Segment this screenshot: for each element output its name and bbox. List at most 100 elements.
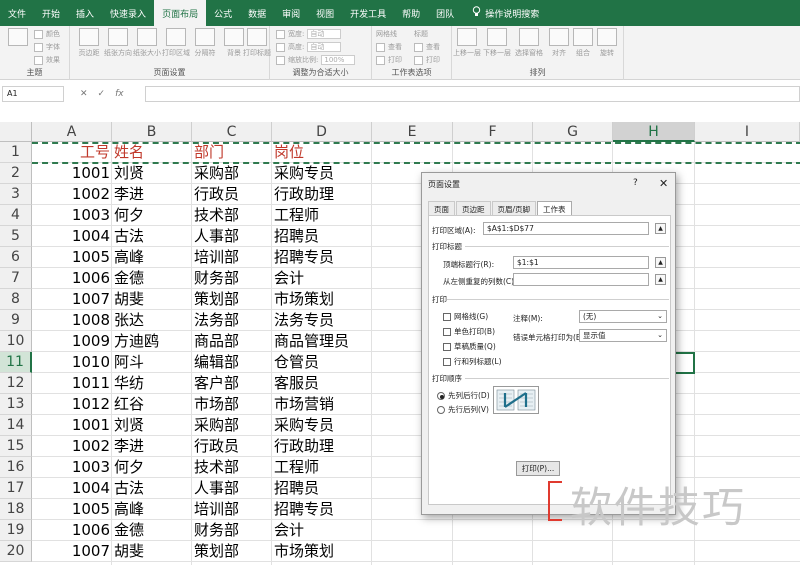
- print-button[interactable]: 打印(P)...: [516, 461, 560, 476]
- column-header-g[interactable]: G: [533, 122, 613, 142]
- scale-field[interactable]: 100%: [321, 55, 356, 65]
- tab-margins[interactable]: 页边距: [456, 201, 491, 216]
- cell-d2[interactable]: 采购专员: [272, 163, 372, 184]
- cell-b6[interactable]: 高峰: [112, 247, 192, 268]
- cell-a11[interactable]: 1010: [32, 352, 112, 373]
- tab-review[interactable]: 审阅: [274, 0, 308, 26]
- row-header-11[interactable]: 11: [0, 352, 32, 373]
- cell-a1[interactable]: 工号: [32, 142, 112, 163]
- cell-c8[interactable]: 策划部: [192, 289, 272, 310]
- fx-icon[interactable]: fx: [115, 89, 124, 99]
- cell-b2[interactable]: 刘贤: [112, 163, 192, 184]
- cell-b15[interactable]: 李进: [112, 436, 192, 457]
- cell-a12[interactable]: 1011: [32, 373, 112, 394]
- cell-c2[interactable]: 采购部: [192, 163, 272, 184]
- tab-team[interactable]: 团队: [428, 0, 462, 26]
- orientation-button[interactable]: 纸张方向: [103, 28, 133, 64]
- cell-c5[interactable]: 人事部: [192, 226, 272, 247]
- cell-a18[interactable]: 1005: [32, 499, 112, 520]
- select-all-corner[interactable]: [0, 122, 32, 142]
- print-area-button[interactable]: 打印区域: [161, 28, 191, 64]
- row-header-17[interactable]: 17: [0, 478, 32, 499]
- row-header-10[interactable]: 10: [0, 331, 32, 352]
- cell-a17[interactable]: 1004: [32, 478, 112, 499]
- column-header-e[interactable]: E: [372, 122, 453, 142]
- row-header-3[interactable]: 3: [0, 184, 32, 205]
- left-cols-field[interactable]: [513, 273, 649, 286]
- cell-b13[interactable]: 红谷: [112, 394, 192, 415]
- cell-b19[interactable]: 金德: [112, 520, 192, 541]
- collapse-arrow-icon[interactable]: ▲: [655, 257, 666, 268]
- cell-b8[interactable]: 胡斐: [112, 289, 192, 310]
- tab-page-layout[interactable]: 页面布局: [154, 0, 207, 26]
- margins-button[interactable]: 页边距: [74, 28, 104, 64]
- cell-c7[interactable]: 财务部: [192, 268, 272, 289]
- cell-d16[interactable]: 工程师: [272, 457, 372, 478]
- cell-d9[interactable]: 法务专员: [272, 310, 372, 331]
- black-white-checkbox[interactable]: 单色打印(B): [443, 326, 495, 337]
- cell-a5[interactable]: 1004: [32, 226, 112, 247]
- cell-b3[interactable]: 李进: [112, 184, 192, 205]
- row-header-6[interactable]: 6: [0, 247, 32, 268]
- row-header-12[interactable]: 12: [0, 373, 32, 394]
- selection-pane-button[interactable]: 选择窗格: [514, 28, 544, 64]
- column-header-a[interactable]: A: [32, 122, 112, 142]
- cell-c3[interactable]: 行政员: [192, 184, 272, 205]
- down-then-over-radio[interactable]: 先列后行(D): [437, 390, 490, 401]
- cell-c20[interactable]: 策划部: [192, 541, 272, 562]
- cell-a16[interactable]: 1003: [32, 457, 112, 478]
- headings-view-check[interactable]: 查看: [414, 42, 440, 52]
- cell-a15[interactable]: 1002: [32, 436, 112, 457]
- cell-c1[interactable]: 部门: [192, 142, 272, 163]
- cell-b12[interactable]: 华纺: [112, 373, 192, 394]
- cell-d14[interactable]: 采购专员: [272, 415, 372, 436]
- cell-d13[interactable]: 市场营销: [272, 394, 372, 415]
- cell-c16[interactable]: 技术部: [192, 457, 272, 478]
- comments-select[interactable]: (无) ⌄: [579, 310, 667, 323]
- tab-file[interactable]: 文件: [0, 0, 34, 26]
- cell-a7[interactable]: 1006: [32, 268, 112, 289]
- tab-sheet[interactable]: 工作表: [537, 201, 572, 216]
- cell-d10[interactable]: 商品管理员: [272, 331, 372, 352]
- confirm-icon[interactable]: ✓: [98, 89, 106, 99]
- cell-d19[interactable]: 会计: [272, 520, 372, 541]
- tab-quick-entry[interactable]: 快速录入: [102, 0, 154, 26]
- cell-b7[interactable]: 金德: [112, 268, 192, 289]
- collapse-arrow-icon[interactable]: ▲: [655, 223, 666, 234]
- column-header-d[interactable]: D: [272, 122, 372, 142]
- tab-developer[interactable]: 开发工具: [342, 0, 394, 26]
- cell-b11[interactable]: 阿斗: [112, 352, 192, 373]
- cell-c17[interactable]: 人事部: [192, 478, 272, 499]
- cell-b16[interactable]: 何夕: [112, 457, 192, 478]
- row-header-14[interactable]: 14: [0, 415, 32, 436]
- row-header-18[interactable]: 18: [0, 499, 32, 520]
- row-header-9[interactable]: 9: [0, 310, 32, 331]
- cell-d3[interactable]: 行政助理: [272, 184, 372, 205]
- bring-forward-button[interactable]: 上移一层: [452, 28, 482, 64]
- column-header-h[interactable]: H: [613, 122, 695, 142]
- gridlines-print-check[interactable]: 打印: [376, 55, 402, 65]
- column-header-c[interactable]: C: [192, 122, 272, 142]
- row-header-7[interactable]: 7: [0, 268, 32, 289]
- over-then-down-radio[interactable]: 先行后列(V): [437, 404, 489, 415]
- column-header-i[interactable]: I: [695, 122, 800, 142]
- cell-c9[interactable]: 法务部: [192, 310, 272, 331]
- column-header-f[interactable]: F: [453, 122, 533, 142]
- cell-d6[interactable]: 招聘专员: [272, 247, 372, 268]
- row-header-20[interactable]: 20: [0, 541, 32, 562]
- headings-print-check[interactable]: 打印: [414, 55, 440, 65]
- cell-c14[interactable]: 采购部: [192, 415, 272, 436]
- cell-d8[interactable]: 市场策划: [272, 289, 372, 310]
- row-header-15[interactable]: 15: [0, 436, 32, 457]
- cell-a20[interactable]: 1007: [32, 541, 112, 562]
- tab-insert[interactable]: 插入: [68, 0, 102, 26]
- row-header-2[interactable]: 2: [0, 163, 32, 184]
- cell-b1[interactable]: 姓名: [112, 142, 192, 163]
- cell-d11[interactable]: 仓管员: [272, 352, 372, 373]
- column-header-b[interactable]: B: [112, 122, 192, 142]
- cell-a14[interactable]: 1001: [32, 415, 112, 436]
- row-header-19[interactable]: 19: [0, 520, 32, 541]
- cell-a3[interactable]: 1002: [32, 184, 112, 205]
- top-rows-field[interactable]: $1:$1: [513, 256, 649, 269]
- cell-b17[interactable]: 古法: [112, 478, 192, 499]
